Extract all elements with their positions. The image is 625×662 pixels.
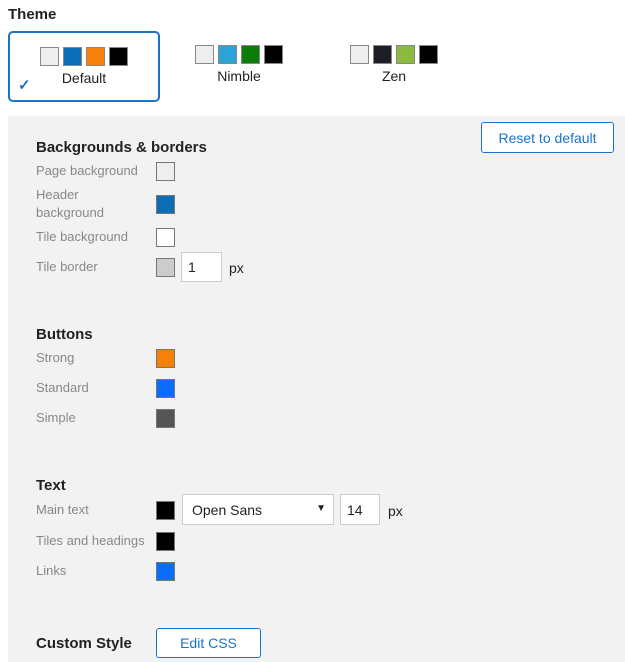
swatch xyxy=(63,47,82,66)
edit-css-button[interactable]: Edit CSS xyxy=(156,628,261,658)
theme-option-nimble[interactable]: Nimble xyxy=(163,31,315,102)
section-title-text: Text xyxy=(36,477,66,494)
theme-swatches xyxy=(163,45,315,64)
swatch xyxy=(241,45,260,64)
strong-button-color[interactable] xyxy=(156,349,175,368)
links-color[interactable] xyxy=(156,562,175,581)
check-icon: ✓ xyxy=(18,77,31,94)
caret-down-icon: ▼ xyxy=(316,503,326,514)
tile-border-label: Tile border xyxy=(36,259,98,274)
tile-border-unit: px xyxy=(229,260,244,276)
font-size-input[interactable] xyxy=(340,494,380,525)
tile-background-label: Tile background xyxy=(36,229,129,244)
swatch xyxy=(419,45,438,64)
theme-title: Theme xyxy=(8,6,57,23)
label-line: background xyxy=(36,205,104,220)
theme-option-default[interactable]: Default ✓ xyxy=(8,31,160,102)
font-family-value: Open Sans xyxy=(192,502,263,518)
swatch xyxy=(86,47,105,66)
reset-to-default-button[interactable]: Reset to default xyxy=(481,122,614,153)
theme-swatches xyxy=(10,47,158,66)
swatch xyxy=(350,45,369,64)
section-title-buttons: Buttons xyxy=(36,326,93,343)
tile-border-color[interactable] xyxy=(156,258,175,277)
swatch xyxy=(109,47,128,66)
header-background-label: Header background xyxy=(36,186,104,222)
tiles-headings-label: Tiles and headings xyxy=(36,533,145,548)
font-size-unit: px xyxy=(388,503,403,519)
theme-option-zen[interactable]: Zen xyxy=(318,31,470,102)
theme-swatches xyxy=(318,45,470,64)
tile-border-width-input[interactable] xyxy=(181,252,222,282)
page-background-label: Page background xyxy=(36,163,138,178)
header-background-color[interactable] xyxy=(156,195,175,214)
swatch xyxy=(195,45,214,64)
theme-name: Zen xyxy=(381,68,407,84)
swatch xyxy=(373,45,392,64)
tiles-headings-color[interactable] xyxy=(156,532,175,551)
swatch xyxy=(40,47,59,66)
standard-button-color[interactable] xyxy=(156,379,175,398)
section-title-custom-style: Custom Style xyxy=(36,635,132,652)
page-background-color[interactable] xyxy=(156,162,175,181)
label-line: Header xyxy=(36,187,79,202)
section-title-backgrounds: Backgrounds & borders xyxy=(36,139,207,156)
font-family-select[interactable]: Open Sans ▼ xyxy=(182,494,334,525)
standard-button-label: Standard xyxy=(36,380,89,395)
links-label: Links xyxy=(36,563,67,578)
strong-button-label: Strong xyxy=(36,350,75,365)
simple-button-color[interactable] xyxy=(156,409,175,428)
tile-background-color[interactable] xyxy=(156,228,175,247)
simple-button-label: Simple xyxy=(36,410,76,425)
theme-name: Default xyxy=(61,70,107,86)
swatch xyxy=(218,45,237,64)
main-text-color[interactable] xyxy=(156,501,175,520)
main-text-label: Main text xyxy=(36,502,89,517)
swatch xyxy=(396,45,415,64)
theme-name: Nimble xyxy=(217,68,261,84)
swatch xyxy=(264,45,283,64)
